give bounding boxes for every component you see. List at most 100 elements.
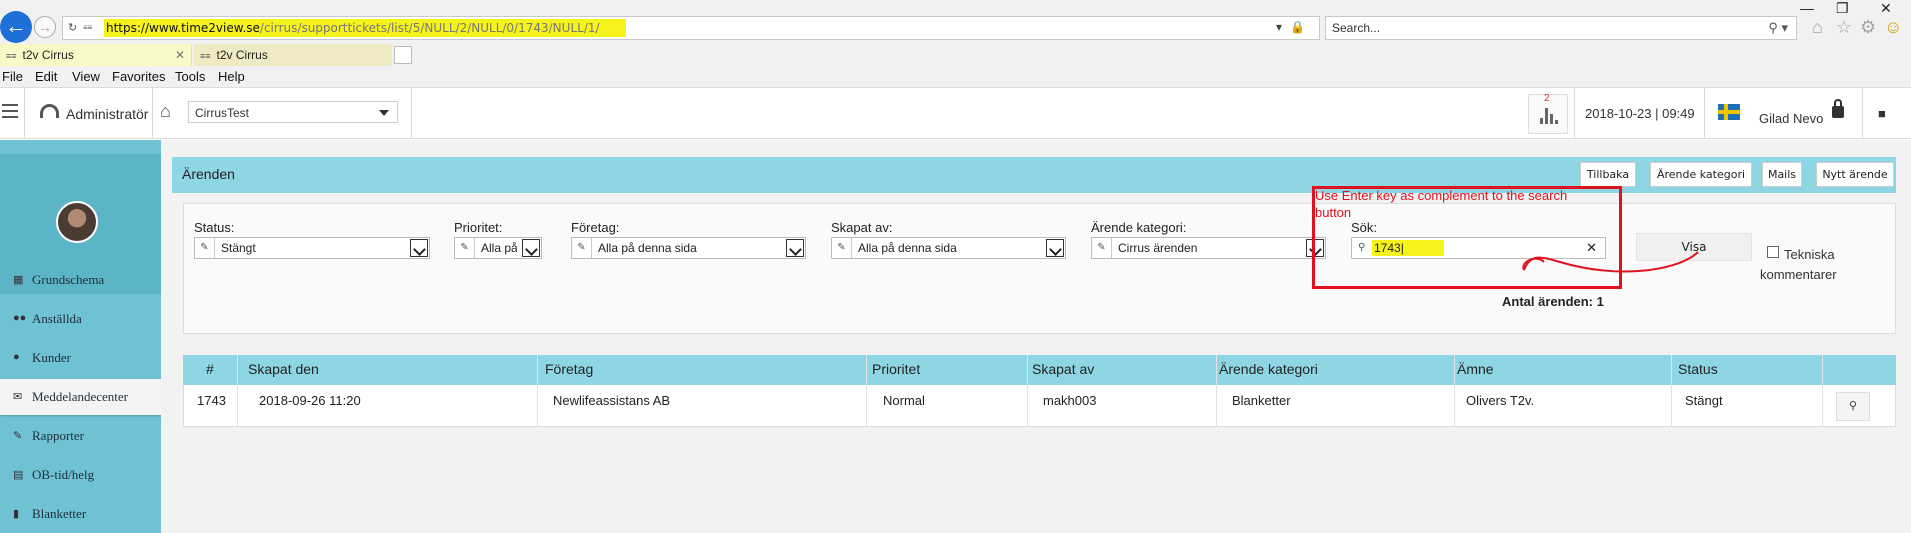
org-select[interactable]: CirrusTest (188, 101, 398, 123)
browser-search-box[interactable]: Search... ⚲ ▾ (1325, 16, 1797, 40)
tab-active[interactable]: ≡≡ t2v Cirrus ✕ (0, 44, 192, 66)
col-header-created-by[interactable]: Skapat av (1032, 361, 1094, 377)
tech-comments-label: Tekniska kommentarer (1760, 247, 1837, 282)
col-header-company[interactable]: Företag (545, 361, 593, 377)
sidebar-item-grundschema[interactable]: ▦ Grundschema (0, 262, 161, 298)
home-icon[interactable]: ⌂ (160, 101, 171, 122)
sidebar-item-meddelandecenter[interactable]: ✉ Meddelandecenter (0, 379, 163, 415)
site-icon: ≡≡ (83, 23, 93, 32)
sidebar-item-blanketter[interactable]: ▮ Blanketter (0, 496, 161, 532)
minimize-icon[interactable]: — (1800, 0, 1814, 16)
url-text[interactable]: https://www.time2view.se/cirrus/supportt… (104, 19, 626, 37)
address-bar[interactable]: ↻ ≡≡ https://www.time2view.se/cirrus/sup… (62, 16, 1320, 40)
chat-icon[interactable]: ■ (1878, 106, 1886, 121)
url-path: /cirrus/supporttickets/list/5/NULL/2/NUL… (259, 21, 600, 35)
tab-inactive[interactable]: ≡≡ t2v Cirrus (194, 44, 392, 66)
url-host: https://www.time2view.se (106, 21, 260, 35)
created-by-select[interactable]: ✎ Alla på denna sida (831, 237, 1066, 259)
lock-icon: ▾🔒 (1276, 20, 1313, 34)
menu-tools[interactable]: Tools (175, 69, 205, 84)
chevron-down-icon[interactable] (786, 239, 804, 257)
menu-favorites[interactable]: Favorites (112, 69, 165, 84)
sidebar-item-ob-tid[interactable]: ▤ OB-tid/helg (0, 457, 161, 493)
column-divider (1027, 355, 1028, 427)
pencil-icon: ✎ (832, 238, 852, 258)
sidebar-item-label: Meddelandecenter (32, 389, 129, 404)
swedish-flag-icon[interactable] (1718, 104, 1740, 120)
status-select[interactable]: ✎ Stängt (194, 237, 430, 259)
maximize-icon[interactable]: ❐ (1836, 0, 1849, 17)
col-header-priority[interactable]: Prioritet (872, 361, 920, 377)
main-content (161, 140, 1911, 533)
cell-priority: Normal (883, 393, 925, 408)
col-header-category[interactable]: Ärende kategori (1219, 361, 1318, 377)
sidebar-item-kunder[interactable]: ● Kunder (0, 340, 161, 376)
forward-button[interactable]: → (34, 16, 56, 38)
menu-edit[interactable]: Edit (35, 69, 57, 84)
smiley-icon[interactable]: ☺ (1884, 17, 1902, 38)
favorites-icon[interactable]: ☆ (1836, 17, 1852, 38)
new-ticket-button[interactable]: Nytt ärende (1816, 162, 1894, 187)
chevron-down-icon[interactable] (410, 239, 428, 257)
annotation-text: Use Enter key as complement to the searc… (1315, 188, 1568, 220)
envelope-icon: ✉ (13, 391, 23, 403)
menu-help[interactable]: Help (218, 69, 245, 84)
divider (152, 88, 153, 139)
pencil-icon: ✎ (572, 238, 592, 258)
col-header-status[interactable]: Status (1678, 361, 1718, 377)
search-icon[interactable]: ⚲ ▾ (1768, 20, 1788, 36)
col-header-created[interactable]: Skapat den (248, 361, 319, 377)
category-select[interactable]: ✎ Cirrus ärenden (1091, 237, 1326, 259)
hamburger-menu-icon[interactable] (2, 104, 18, 118)
pencil-icon: ✎ (455, 238, 475, 258)
cell-id: 1743 (197, 393, 226, 408)
user-name[interactable]: Gilad Nevo (1759, 111, 1823, 126)
org-select-value: CirrusTest (195, 106, 250, 120)
chevron-down-icon[interactable] (1046, 239, 1064, 257)
tab-favicon: ≡≡ (6, 51, 17, 61)
column-divider (237, 355, 238, 427)
pencil-icon: ✎ (195, 238, 215, 258)
avatar[interactable] (56, 201, 98, 243)
back-button[interactable]: ← (0, 11, 32, 43)
menu-file[interactable]: File (2, 69, 23, 84)
column-divider (1822, 355, 1823, 427)
cell-created-by: makh003 (1043, 393, 1097, 408)
sidebar-item-anstallda[interactable]: ●● Anställda (0, 301, 161, 337)
home-icon[interactable]: ⌂ (1812, 17, 1823, 38)
document-icon: ▮ (13, 508, 20, 520)
tab-label: t2v Cirrus (22, 48, 74, 62)
refresh-icon[interactable]: ↻ (68, 21, 77, 34)
company-select[interactable]: ✎ Alla på denna sida (571, 237, 806, 259)
menu-view[interactable]: View (72, 69, 100, 84)
lock-icon[interactable] (1832, 99, 1844, 118)
priority-select[interactable]: ✎ Alla på (454, 237, 542, 259)
column-divider (1216, 355, 1217, 427)
ticket-category-button[interactable]: Ärende kategori (1650, 162, 1752, 187)
category-value: Cirrus ärenden (1118, 241, 1198, 255)
chevron-down-icon[interactable] (522, 239, 540, 257)
back-button[interactable]: Tillbaka (1580, 162, 1636, 187)
sidebar-item-rapporter[interactable]: ✎ Rapporter (0, 418, 161, 454)
tab-strip: ≡≡ t2v Cirrus ✕ ≡≡ t2v Cirrus (0, 44, 1911, 66)
company-label: Företag: (571, 220, 620, 235)
close-window-icon[interactable]: ✕ (1880, 0, 1892, 17)
calendar-icon: ▦ (13, 274, 24, 286)
column-divider (1454, 355, 1455, 427)
tab-close-icon[interactable]: ✕ (175, 44, 185, 66)
panel-header (172, 157, 1896, 193)
priority-label: Prioritet: (454, 220, 503, 235)
annotation-arrow (1522, 251, 1699, 273)
new-tab-button[interactable] (394, 46, 412, 64)
tab-label: t2v Cirrus (216, 48, 268, 62)
col-header-subject[interactable]: Ämne (1457, 361, 1494, 377)
company-value: Alla på denna sida (598, 241, 697, 255)
admin-label[interactable]: Administratör (66, 106, 148, 122)
status-value: Stängt (221, 241, 256, 255)
col-header-id[interactable]: # (206, 361, 214, 377)
settings-icon[interactable]: ⚙ (1860, 17, 1876, 38)
view-ticket-button[interactable]: ⚲ (1836, 392, 1870, 421)
sidebar-item-label: Blanketter (32, 506, 87, 521)
mails-button[interactable]: Mails (1762, 162, 1802, 187)
divider (1862, 88, 1863, 139)
